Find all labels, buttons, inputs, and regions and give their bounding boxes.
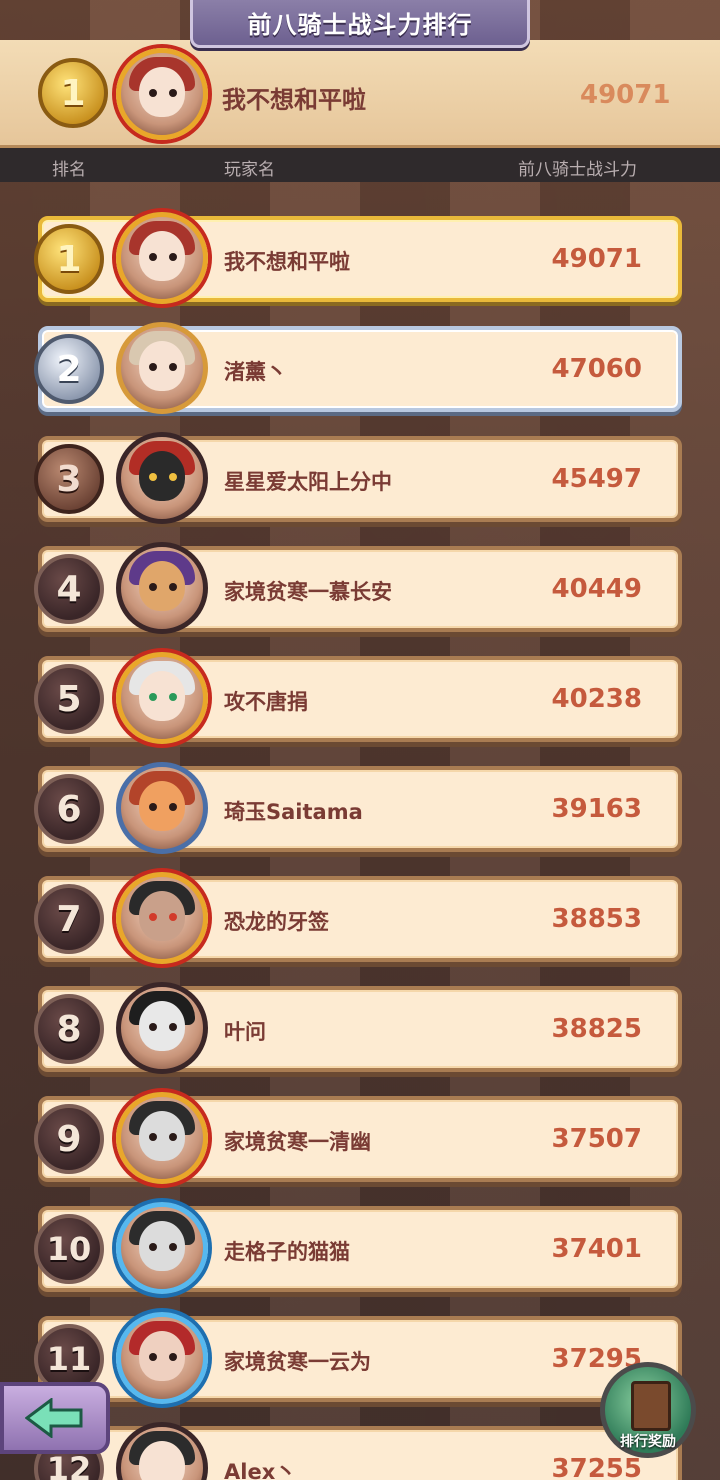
player-power: 39163: [551, 794, 642, 824]
rank-badge-bronze-icon: 3: [34, 444, 104, 514]
my-power: 49071: [580, 80, 671, 110]
rank-badge: 10: [34, 1214, 104, 1284]
avatar[interactable]: [116, 982, 208, 1074]
rank-badge-silver-icon: 2: [34, 334, 104, 404]
player-name: 叶问: [224, 1020, 266, 1044]
player-power: 40449: [551, 574, 642, 604]
player-power: 37255: [551, 1454, 642, 1480]
title-plaque: 前八骑士战斗力排行: [190, 0, 530, 48]
player-name: 琦玉Saitama: [224, 800, 363, 824]
list-header: 排名 玩家名 前八骑士战斗力: [0, 148, 720, 182]
avatar[interactable]: [116, 762, 208, 854]
rank-number: 3: [56, 458, 82, 500]
avatar[interactable]: [116, 432, 208, 524]
avatar[interactable]: [116, 652, 208, 744]
avatar[interactable]: [116, 872, 208, 964]
header-power: 前八骑士战斗力: [518, 160, 637, 180]
rank-number: 12: [46, 1450, 92, 1480]
player-name: 家境贫寒一慕长安: [224, 580, 392, 604]
rank-number: 10: [46, 1230, 92, 1268]
my-avatar: [116, 48, 208, 140]
player-name: 家境贫寒一云为: [224, 1350, 371, 1374]
player-name: Alex丶: [224, 1460, 297, 1480]
rank-badge: 6: [34, 774, 104, 844]
rank-badge-gold-icon: 1: [34, 224, 104, 294]
rank-reward-button[interactable]: 排行奖励: [600, 1362, 696, 1458]
player-name: 星星爱太阳上分中: [224, 470, 392, 494]
avatar[interactable]: [116, 1202, 208, 1294]
rank-number: 6: [56, 788, 82, 830]
player-name: 攻不唐捐: [224, 690, 308, 714]
player-name: 家境贫寒一清幽: [224, 1130, 371, 1154]
page-title: 前八骑士战斗力排行: [247, 11, 473, 39]
player-power: 45497: [551, 464, 642, 494]
player-power: 38825: [551, 1014, 642, 1044]
rank-number: 1: [56, 238, 82, 280]
rank-number: 2: [56, 348, 82, 390]
rank-badge: 4: [34, 554, 104, 624]
player-power: 40238: [551, 684, 642, 714]
avatar[interactable]: [116, 1312, 208, 1404]
back-arrow-icon: [25, 1398, 83, 1438]
player-power: 37507: [551, 1124, 642, 1154]
rank-number: 8: [56, 1008, 82, 1050]
rank-badge: 8: [34, 994, 104, 1064]
player-power: 47060: [551, 354, 642, 384]
my-rank-number: 1: [60, 72, 86, 114]
rank-badge: 9: [34, 1104, 104, 1174]
player-name: 渚薰丶: [224, 360, 287, 384]
player-name: 走格子的猫猫: [224, 1240, 350, 1264]
avatar[interactable]: [116, 542, 208, 634]
back-button[interactable]: [0, 1382, 110, 1454]
rank-badge: 7: [34, 884, 104, 954]
rank-number: 11: [46, 1340, 92, 1378]
my-rank-badge: 1: [38, 58, 108, 128]
player-power: 37401: [551, 1234, 642, 1264]
player-name: 恐龙的牙签: [224, 910, 329, 934]
rank-number: 9: [56, 1118, 82, 1160]
player-power: 49071: [551, 244, 642, 274]
header-player: 玩家名: [224, 160, 275, 180]
rank-number: 7: [56, 898, 82, 940]
my-name: 我不想和平啦: [222, 86, 366, 114]
player-name: 我不想和平啦: [224, 250, 350, 274]
header-rank: 排名: [52, 160, 86, 180]
book-icon: [631, 1381, 671, 1431]
avatar[interactable]: [116, 212, 208, 304]
rank-number: 5: [56, 678, 82, 720]
rank-reward-label: 排行奖励: [620, 1434, 676, 1450]
my-rank-banner: 1 我不想和平啦 49071: [0, 40, 720, 148]
avatar[interactable]: [116, 1092, 208, 1184]
player-power: 38853: [551, 904, 642, 934]
avatar[interactable]: [116, 322, 208, 414]
rank-badge: 5: [34, 664, 104, 734]
rank-number: 4: [56, 568, 82, 610]
